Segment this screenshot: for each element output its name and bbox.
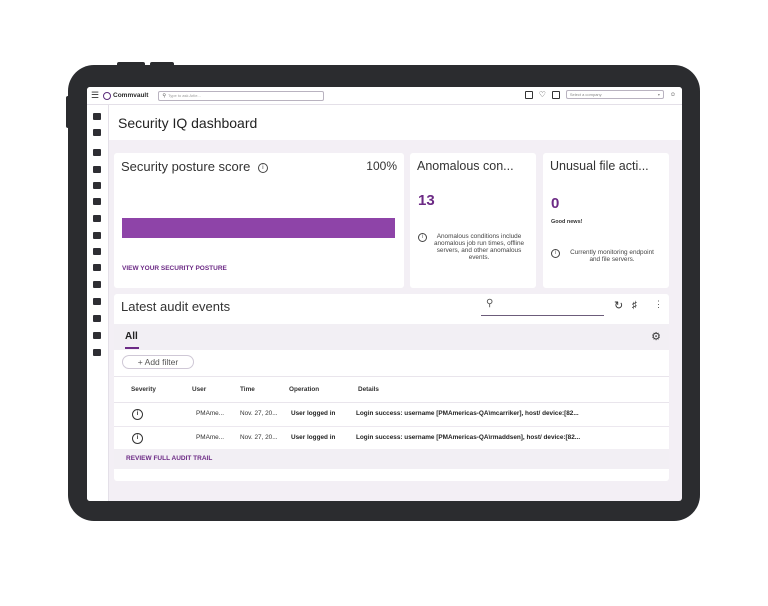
company-select-placeholder: Select a company: [569, 92, 602, 97]
sliders-icon[interactable]: [93, 264, 101, 271]
commvault-cloud-icon[interactable]: [93, 349, 101, 356]
search-placeholder: Type to ask Arlie...: [168, 93, 201, 98]
page-title: Security IQ dashboard: [118, 115, 258, 131]
brand-logo[interactable]: Commvault: [103, 91, 149, 100]
tab-all[interactable]: All: [125, 331, 138, 342]
column-severity[interactable]: Severity: [131, 377, 156, 402]
column-operation[interactable]: Operation: [289, 377, 319, 402]
unusual-title: Unusual file acti...: [550, 159, 649, 173]
unusual-file-activity-card[interactable]: Unusual file acti... 0 Good news! i Curr…: [543, 153, 669, 288]
commvault-logo-icon: [103, 91, 111, 100]
row-user: PMAme...: [196, 434, 225, 441]
gear-icon[interactable]: ⚙: [651, 330, 661, 343]
column-user[interactable]: User: [192, 377, 206, 402]
globe-icon[interactable]: [93, 215, 101, 222]
apps-icon[interactable]: [93, 315, 101, 322]
audit-search-input[interactable]: ⚲: [481, 298, 604, 316]
active-tab-indicator: [125, 347, 139, 349]
audit-tabs: All ⚙: [114, 324, 669, 350]
search-icon: ⚲: [162, 92, 167, 99]
anomalous-note-text: Anomalous conditions include anomalous j…: [433, 233, 525, 261]
posture-title-wrap: Security posture score i: [121, 159, 268, 174]
grid-icon[interactable]: [551, 90, 560, 99]
unusual-note-text: Currently monitoring endpoint and file s…: [570, 249, 654, 263]
top-bar: ☰ Commvault ⚲ Type to ask Arlie... ♡ Sel…: [87, 87, 682, 105]
anomalous-note: i Anomalous conditions include anomalous…: [418, 233, 525, 261]
company-select[interactable]: Select a company ▾: [565, 90, 664, 99]
table-row[interactable]: i PMAme... Nov. 27, 20... User logged in…: [114, 402, 669, 427]
anomalous-count: 13: [418, 192, 435, 209]
row-user: PMAme...: [196, 410, 225, 417]
search-icon: ⚲: [486, 298, 494, 309]
add-filter-button[interactable]: + Add filter: [122, 355, 194, 369]
top-right-tools: ♡ Select a company ▾ ☺: [524, 90, 676, 99]
bell-icon[interactable]: ♡: [539, 90, 546, 99]
protect-icon[interactable]: [93, 149, 101, 156]
info-icon: i: [551, 249, 560, 258]
database-icon[interactable]: [93, 248, 101, 255]
view-posture-link[interactable]: VIEW YOUR SECURITY POSTURE: [122, 265, 227, 272]
cloud-icon[interactable]: [93, 182, 101, 189]
monitor-icon[interactable]: [93, 232, 101, 239]
posture-percent: 100%: [366, 159, 397, 173]
column-time[interactable]: Time: [240, 377, 255, 402]
row-details: Login success: username [PMAmericas-QA\r…: [356, 434, 581, 441]
columns-icon[interactable]: ♯: [632, 300, 637, 311]
security-icon[interactable]: [93, 332, 101, 339]
screen: ☰ Commvault ⚲ Type to ask Arlie... ♡ Sel…: [87, 87, 682, 501]
shield-icon[interactable]: [93, 166, 101, 173]
reports-icon[interactable]: [93, 129, 101, 136]
unusual-count: 0: [551, 195, 560, 212]
edit-icon[interactable]: [93, 298, 101, 305]
posture-score-bar: [122, 218, 395, 238]
review-audit-trail-link[interactable]: REVIEW FULL AUDIT TRAIL: [126, 455, 212, 462]
table-row[interactable]: i PMAme... Nov. 27, 20... User logged in…: [114, 426, 669, 451]
refresh-icon[interactable]: ↻: [614, 299, 623, 312]
save-icon[interactable]: [524, 90, 533, 99]
severity-info-icon: i: [132, 433, 143, 444]
chevron-down-icon: ▾: [657, 92, 660, 97]
anomalous-title: Anomalous con...: [417, 159, 514, 173]
row-time: Nov. 27, 20...: [240, 410, 278, 417]
tools-icon[interactable]: [93, 113, 101, 120]
row-operation: User logged in: [291, 434, 336, 441]
row-operation: User logged in: [291, 410, 336, 417]
more-vertical-icon[interactable]: ⋮: [654, 299, 663, 310]
user-icon[interactable]: ☺: [670, 92, 676, 98]
left-nav: [87, 105, 109, 501]
audit-title: Latest audit events: [121, 299, 231, 314]
unusual-note: i Currently monitoring endpoint and file…: [551, 249, 658, 263]
hamburger-icon[interactable]: ☰: [89, 90, 101, 101]
column-details[interactable]: Details: [358, 377, 379, 402]
row-details: Login success: username [PMAmericas-QA\m…: [356, 410, 579, 417]
briefcase-icon[interactable]: [93, 198, 101, 205]
info-icon[interactable]: i: [257, 162, 268, 173]
posture-title: Security posture score: [121, 159, 251, 174]
anomalous-conditions-card[interactable]: Anomalous con... 13 i Anomalous conditio…: [410, 153, 536, 288]
unusual-status: Good news!: [551, 219, 583, 225]
page-header: Security IQ dashboard: [109, 105, 682, 140]
audit-table-header: Severity User Time Operation Details: [114, 376, 669, 403]
brand-name: Commvault: [113, 92, 149, 99]
row-time: Nov. 27, 20...: [240, 434, 278, 441]
severity-info-icon: i: [132, 409, 143, 420]
info-icon: i: [418, 233, 427, 242]
security-posture-card: Security posture score i 100% VIEW YOUR …: [114, 153, 404, 288]
audit-events-card: Latest audit events ⚲ ↻ ♯ ⋮ All ⚙ + Add …: [114, 294, 669, 481]
global-search[interactable]: ⚲ Type to ask Arlie...: [158, 90, 325, 101]
settings-icon[interactable]: [93, 281, 101, 288]
audit-footer: REVIEW FULL AUDIT TRAIL: [114, 449, 669, 469]
